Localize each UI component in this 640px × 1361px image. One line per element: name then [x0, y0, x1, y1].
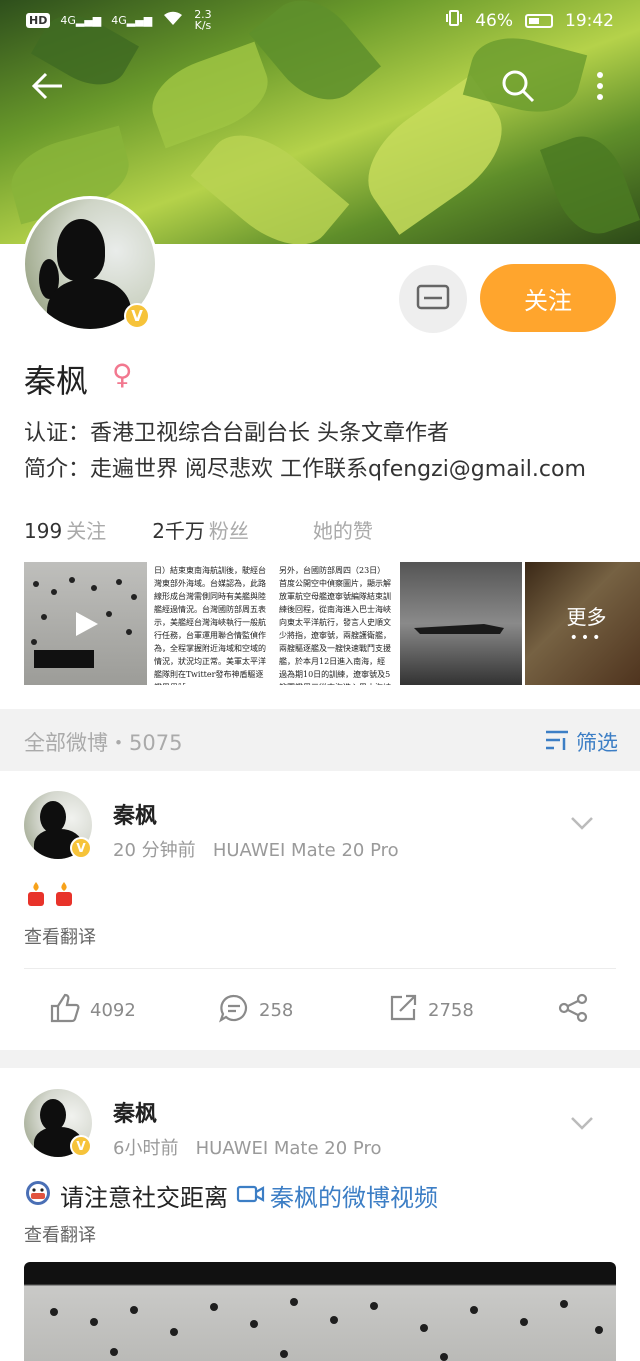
filter-button[interactable]: 筛选	[544, 727, 618, 757]
candle-emoji	[24, 880, 76, 908]
candle-icon	[28, 882, 44, 906]
message-button[interactable]	[399, 265, 467, 333]
post-2-video-thumbnail[interactable]	[24, 1262, 616, 1361]
vibrate-icon	[445, 9, 463, 32]
play-icon	[74, 610, 100, 642]
post-2-text: 请注意社交距离 秦枫的微博视频	[24, 1178, 438, 1213]
post-1-meta: 20 分钟前 HUAWEI Mate 20 Pro	[113, 840, 399, 861]
share-arrow-icon	[388, 993, 418, 1028]
battery-percent: 46%	[475, 10, 513, 31]
female-gender-icon: ♀	[112, 358, 133, 391]
status-bar: HD 4G▂▄▆ 4G▂▄▆ 2.3 K/s 46% 19:42	[0, 0, 640, 40]
search-icon[interactable]	[498, 66, 538, 110]
chevron-down-icon[interactable]	[570, 814, 594, 835]
video-camera-icon	[236, 1182, 266, 1210]
photo-aircraft-carrier[interactable]	[400, 562, 522, 685]
battery-icon	[525, 13, 553, 28]
mail-icon	[416, 284, 450, 314]
post-2-meta: 6小时前 HUAWEI Mate 20 Pro	[113, 1138, 382, 1159]
ship-silhouette	[414, 624, 504, 634]
post-2-author[interactable]: 秦枫	[113, 1096, 157, 1128]
post-1-actions: 4092 258 2758	[24, 968, 616, 1048]
photo-article-1[interactable]: 日）結束東南海航訓後，駛經台灣東部外海域。台媒認為，此路線形成台灣需側同時有美艦…	[150, 562, 272, 685]
more-vertical-icon[interactable]	[580, 66, 620, 110]
photo-video-thumb[interactable]	[24, 562, 147, 685]
post-separator	[0, 1050, 640, 1068]
comment-button[interactable]: 258	[219, 993, 293, 1028]
share-nodes-icon	[558, 993, 590, 1028]
clock: 19:42	[565, 10, 614, 31]
likes-stat[interactable]: 她的赞	[309, 515, 373, 544]
post-1-author[interactable]: 秦枫	[113, 798, 157, 830]
thumbs-up-icon	[48, 993, 80, 1028]
crowd-scene	[50, 1298, 603, 1361]
follow-button[interactable]: 关注	[480, 264, 616, 332]
repost-button[interactable]: 2758	[388, 993, 474, 1028]
like-button[interactable]: 4092	[48, 993, 136, 1028]
photo-article-2[interactable]: 另外，台國防部周四（23日）首度公開空中偵察圖片，顯示解放軍航空母艦遼寧號編隊結…	[275, 562, 397, 685]
profile-name: 秦枫	[24, 362, 89, 400]
verified-badge-icon: V	[70, 837, 92, 859]
chevron-down-icon[interactable]	[570, 1114, 594, 1135]
video-link[interactable]: 秦枫的微博视频	[236, 1178, 438, 1213]
network-4g-1: 4G▂▄▆	[60, 13, 102, 27]
network-speed: 2.3 K/s	[194, 8, 212, 32]
photo-strip: 日）結束東南海航訓後，駛經台灣東部外海域。台媒認為，此路線形成台灣需側同時有美艦…	[24, 562, 640, 685]
photo-more[interactable]: 更多 •••	[525, 562, 640, 685]
fans-stat[interactable]: 2千万 粉丝	[152, 515, 249, 544]
post-2-translate-link[interactable]: 查看翻译	[24, 1221, 96, 1247]
post-1-translate-link[interactable]: 查看翻译	[24, 923, 96, 949]
hd-indicator: HD	[26, 12, 51, 28]
wifi-icon	[162, 10, 184, 31]
mask-face-emoji-icon	[24, 1179, 52, 1213]
share-button[interactable]	[558, 993, 590, 1028]
profile-stats: 199 关注 2千万 粉丝 她的赞	[24, 515, 373, 544]
following-stat[interactable]: 199 关注	[24, 515, 106, 544]
filter-icon	[544, 729, 570, 756]
more-photos-overlay[interactable]: 更多 •••	[525, 562, 640, 685]
candle-icon	[56, 882, 72, 906]
back-arrow-icon[interactable]	[28, 66, 68, 110]
bio-text: 简介：走遍世界 阅尽悲欢 工作联系qfengzi@gmail.com	[24, 457, 586, 482]
network-4g-2: 4G▂▄▆	[111, 13, 153, 27]
verified-badge-icon: V	[70, 1135, 92, 1157]
feed-filter-bar: 全部微博・5075 筛选	[0, 709, 640, 771]
all-weibo-count[interactable]: 全部微博・5075	[24, 727, 182, 757]
verified-badge-icon: V	[124, 303, 150, 329]
comment-icon	[219, 993, 249, 1028]
certification-text: 认证：香港卫视综合台副台长 头条文章作者	[24, 421, 449, 446]
